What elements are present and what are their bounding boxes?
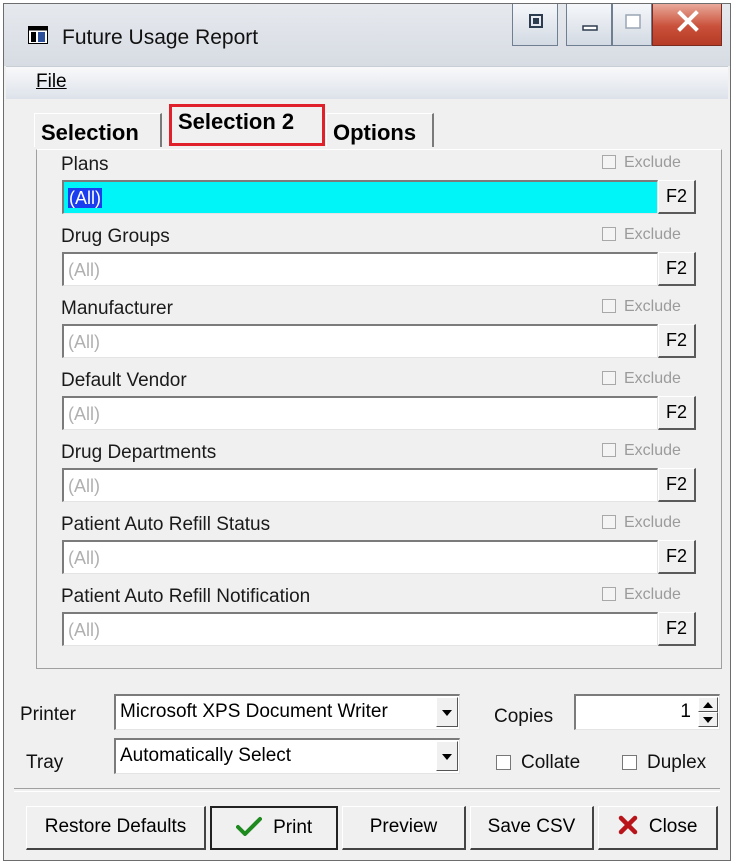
default-vendor-f2-button[interactable]: F2 (658, 396, 696, 430)
close-icon (677, 10, 699, 32)
copies-value: 1 (680, 701, 691, 722)
printer-label: Printer (20, 704, 76, 725)
patient-auto-refill-notification-exclude-checkbox[interactable]: Exclude (602, 586, 681, 604)
menu-bar: File (6, 66, 728, 99)
restore-window-button[interactable] (512, 4, 558, 46)
close-label: Close (648, 816, 698, 837)
window-title: Future Usage Report (62, 26, 259, 49)
maximize-button[interactable] (612, 4, 652, 46)
default-vendor-exclude-label: Exclude (624, 370, 681, 387)
report-window: Future Usage Report File Selection Selec… (3, 3, 731, 861)
tray-value: Automatically Select (120, 745, 292, 766)
plans-field-value: (All) (68, 188, 102, 208)
drug-groups-f2-button[interactable]: F2 (658, 252, 696, 286)
drug-groups-label: Drug Groups (61, 226, 170, 247)
tray-dropdown-arrow-icon[interactable] (436, 741, 458, 771)
menu-file[interactable]: File (36, 71, 67, 93)
default-vendor-field[interactable]: (All) (62, 396, 658, 430)
red-x-icon (618, 815, 637, 835)
printer-select[interactable]: Microsoft XPS Document Writer (114, 694, 460, 730)
restore-defaults-button[interactable]: Restore Defaults (26, 806, 206, 850)
plans-exclude-checkbox[interactable]: Exclude (602, 154, 681, 172)
spin-up-icon[interactable] (698, 697, 718, 712)
tab-options-label: Options (333, 120, 417, 145)
plans-field[interactable]: (All) (62, 180, 658, 214)
patient-auto-refill-notification-label: Patient Auto Refill Notification (61, 586, 311, 607)
close-window-button[interactable] (652, 4, 722, 46)
manufacturer-f2-button[interactable]: F2 (658, 324, 696, 358)
tab-selection-label: Selection (41, 120, 139, 145)
minimize-icon (582, 25, 598, 31)
spin-down-icon[interactable] (698, 712, 718, 727)
patient-auto-refill-notification-exclude-label: Exclude (624, 586, 681, 603)
copies-label: Copies (494, 706, 554, 727)
preview-label: Preview (369, 816, 438, 837)
patient-auto-refill-status-exclude-checkbox[interactable]: Exclude (602, 514, 681, 532)
copies-spinner[interactable]: 1 (574, 694, 720, 730)
title-bar[interactable]: Future Usage Report (4, 4, 730, 66)
manufacturer-field[interactable]: (All) (62, 324, 658, 358)
manufacturer-exclude-checkbox[interactable]: Exclude (602, 298, 681, 316)
restore-defaults-label: Restore Defaults (44, 816, 187, 837)
drug-groups-exclude-label: Exclude (624, 226, 681, 243)
close-button[interactable]: Close (598, 806, 718, 850)
tab-selection[interactable]: Selection (34, 113, 162, 147)
collate-checkbox[interactable]: Collate (496, 752, 580, 774)
duplex-label: Duplex (647, 752, 707, 773)
tray-label: Tray (26, 752, 64, 773)
patient-auto-refill-status-f2-button[interactable]: F2 (658, 540, 696, 574)
tab-strip: Selection Selection 2 Options (4, 99, 730, 149)
plans-label: Plans (61, 154, 109, 175)
default-vendor-label: Default Vendor (61, 370, 187, 391)
printer-value: Microsoft XPS Document Writer (120, 701, 388, 722)
drug-departments-f2-button[interactable]: F2 (658, 468, 696, 502)
restore-icon (529, 14, 543, 28)
collate-label: Collate (521, 752, 581, 773)
patient-auto-refill-notification-f2-button[interactable]: F2 (658, 612, 696, 646)
print-button[interactable]: Print (210, 806, 338, 850)
print-label: Print (273, 817, 313, 838)
drug-groups-exclude-checkbox[interactable]: Exclude (602, 226, 681, 244)
drug-groups-field[interactable]: (All) (62, 252, 658, 286)
patient-auto-refill-status-label: Patient Auto Refill Status (61, 514, 271, 535)
drug-departments-exclude-label: Exclude (624, 442, 681, 459)
copies-spin-buttons[interactable] (698, 697, 718, 727)
tab-options[interactable]: Options (326, 113, 434, 147)
printer-dropdown-arrow-icon[interactable] (436, 697, 458, 727)
save-csv-label: Save CSV (487, 816, 576, 837)
manufacturer-exclude-label: Exclude (624, 298, 681, 315)
manufacturer-label: Manufacturer (61, 298, 173, 319)
button-separator (14, 788, 720, 792)
save-csv-button[interactable]: Save CSV (470, 806, 594, 850)
drug-departments-label: Drug Departments (61, 442, 217, 463)
preview-button[interactable]: Preview (342, 806, 466, 850)
patient-auto-refill-notification-field[interactable]: (All) (62, 612, 658, 646)
patient-auto-refill-status-field[interactable]: (All) (62, 540, 658, 574)
minimize-button[interactable] (566, 4, 612, 46)
plans-f2-button[interactable]: F2 (658, 180, 696, 214)
app-window-icon (28, 26, 48, 44)
drug-departments-exclude-checkbox[interactable]: Exclude (602, 442, 681, 460)
default-vendor-exclude-checkbox[interactable]: Exclude (602, 370, 681, 388)
plans-exclude-label: Exclude (624, 154, 681, 171)
tray-select[interactable]: Automatically Select (114, 738, 460, 774)
drug-departments-field[interactable]: (All) (62, 468, 658, 502)
duplex-checkbox[interactable]: Duplex (622, 752, 706, 774)
checkmark-icon (235, 817, 262, 836)
patient-auto-refill-status-exclude-label: Exclude (624, 514, 681, 531)
maximize-icon (625, 14, 641, 29)
active-tab-highlight (169, 104, 325, 146)
